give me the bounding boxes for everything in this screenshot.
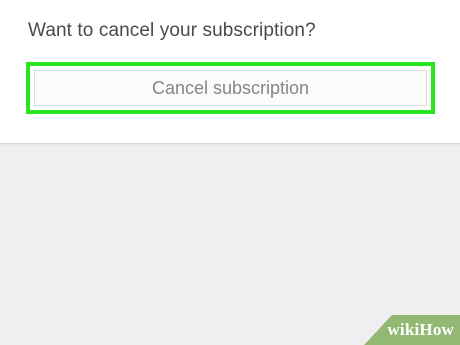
subscription-card: Want to cancel your subscription? Cancel… bbox=[0, 0, 460, 144]
cancel-prompt-text: Want to cancel your subscription? bbox=[28, 20, 316, 41]
watermark-text: wikiHow bbox=[387, 320, 454, 339]
cancel-subscription-button[interactable]: Cancel subscription bbox=[34, 70, 427, 106]
highlight-box: Cancel subscription bbox=[26, 62, 435, 114]
wikihow-watermark: wikiHow bbox=[364, 315, 460, 345]
